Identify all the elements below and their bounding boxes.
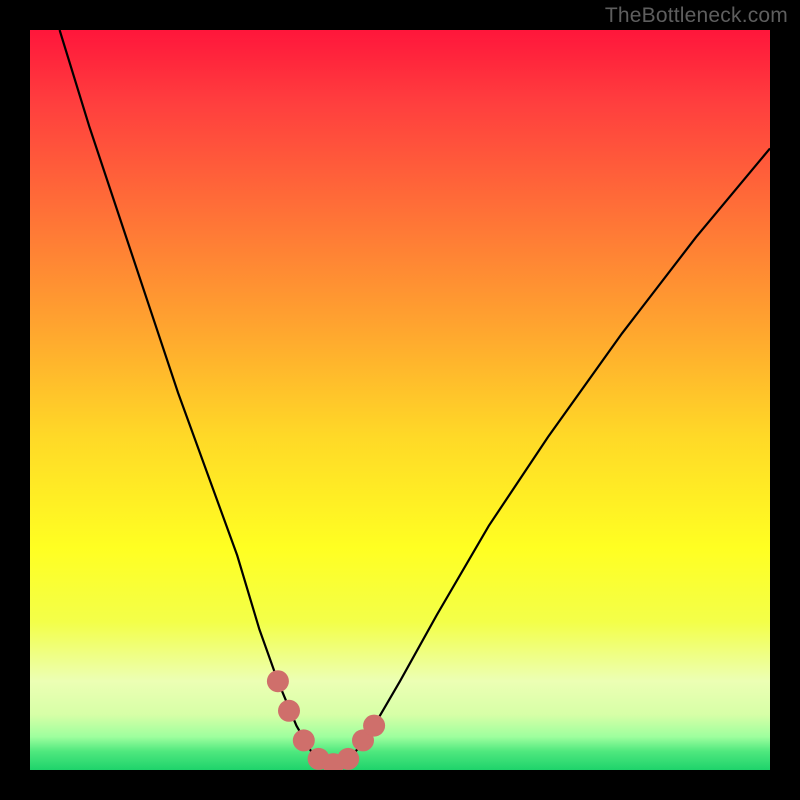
near-optimal-markers — [267, 670, 385, 770]
bottleneck-curve — [30, 30, 770, 770]
optimal-marker — [278, 700, 300, 722]
optimal-marker — [337, 748, 359, 770]
watermark-text: TheBottleneck.com — [605, 4, 788, 28]
optimal-marker — [293, 729, 315, 751]
curve-line — [60, 30, 770, 766]
optimal-marker — [267, 670, 289, 692]
plot-area — [30, 30, 770, 770]
optimal-marker — [363, 715, 385, 737]
chart-frame: TheBottleneck.com — [0, 0, 800, 800]
